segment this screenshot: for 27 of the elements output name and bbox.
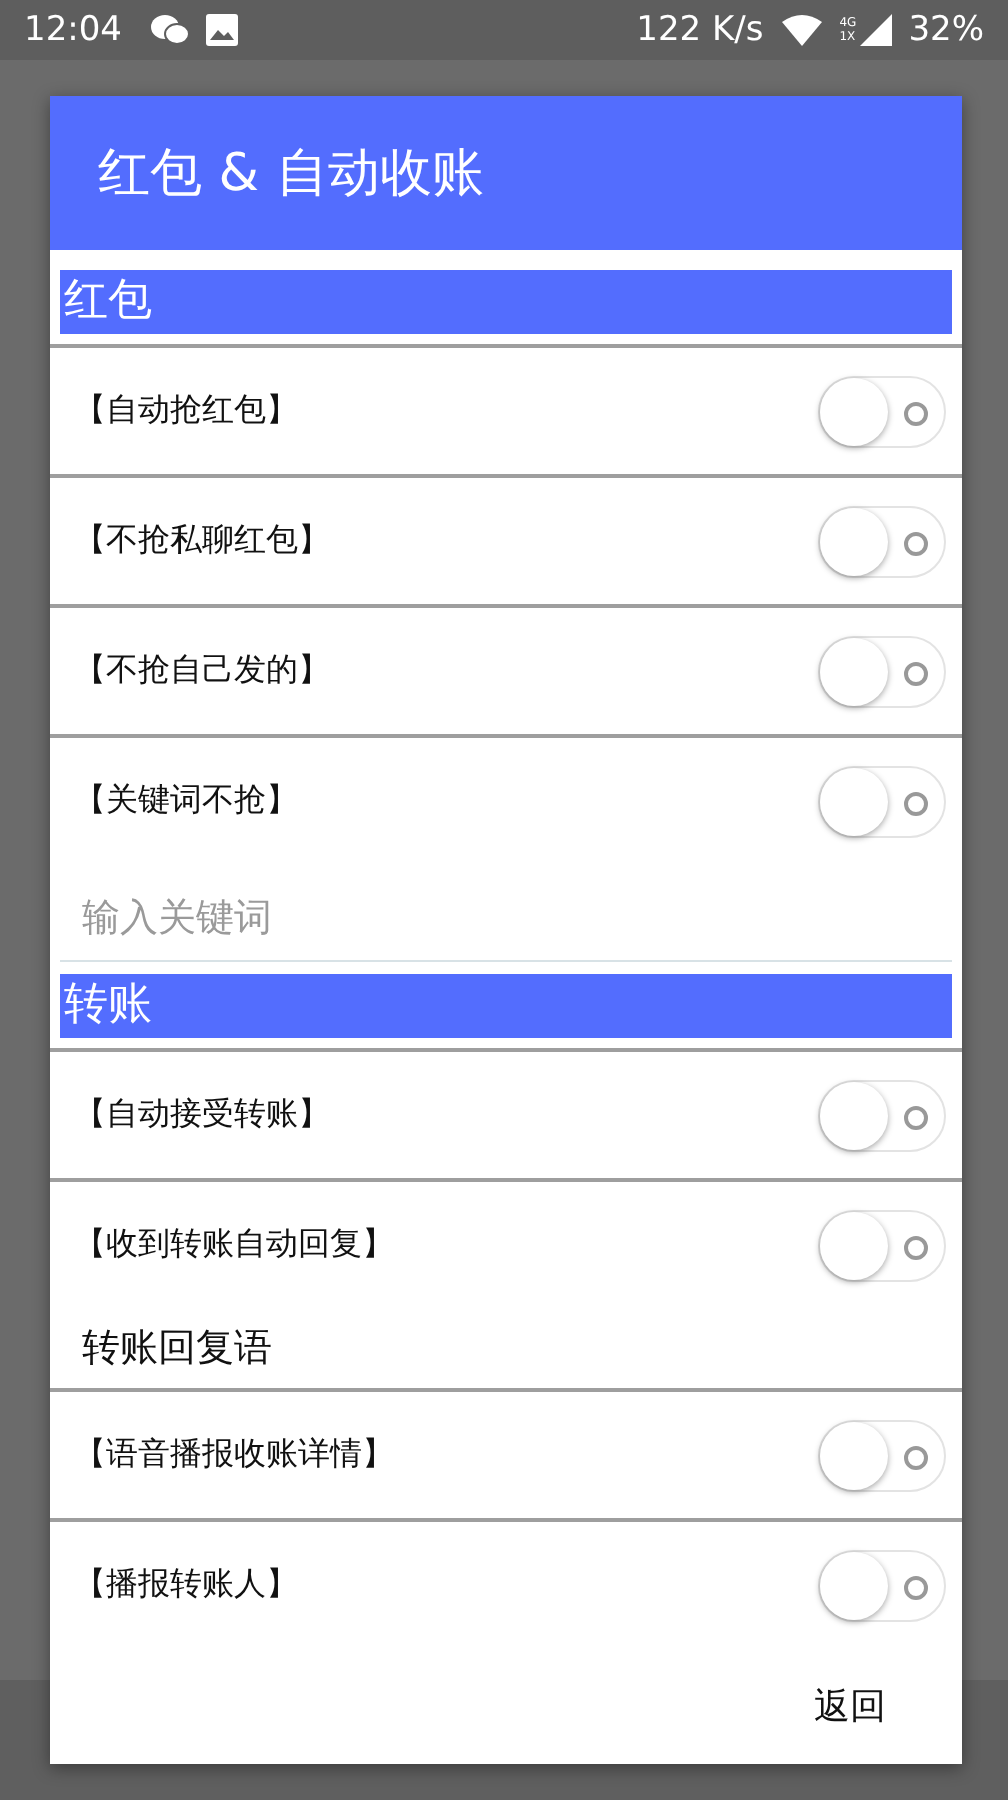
wifi-icon	[779, 14, 824, 46]
toggle-switch[interactable]	[818, 1079, 946, 1151]
section-header: 红包	[60, 270, 952, 334]
section-header: 转账	[60, 974, 952, 1038]
setting-label: 【关键词不抢】	[74, 780, 300, 822]
setting-label: 【收到转账自动回复】	[74, 1224, 396, 1266]
clock-text: 12:04	[24, 10, 122, 50]
dialog-title: 红包 & 自动收账	[50, 96, 962, 250]
toggle-switch[interactable]	[818, 635, 946, 707]
image-icon	[206, 14, 238, 46]
toggle-switch[interactable]	[818, 1209, 946, 1281]
toggle-switch[interactable]	[818, 375, 946, 447]
toggle-switch[interactable]	[818, 1419, 946, 1491]
toggle-switch[interactable]	[818, 765, 946, 837]
setting-label: 【不抢自己发的】	[74, 650, 332, 692]
setting-label: 【不抢私聊红包】	[74, 520, 332, 562]
signal-icon	[860, 14, 893, 46]
battery-text: 32%	[908, 10, 984, 50]
toggle-switch[interactable]	[818, 505, 946, 577]
setting-label: 【自动抢红包】	[74, 390, 300, 432]
back-button[interactable]: 返回	[798, 1666, 902, 1746]
network-speed-text: 122 K/s	[636, 10, 764, 50]
setting-label: 【自动接受转账】	[74, 1094, 332, 1136]
setting-label: 【播报转账人】	[74, 1564, 300, 1606]
setting-label: 【语音播报收账详情】	[74, 1434, 396, 1476]
chat-bubbles-icon	[150, 14, 190, 46]
toggle-switch[interactable]	[818, 1549, 946, 1621]
